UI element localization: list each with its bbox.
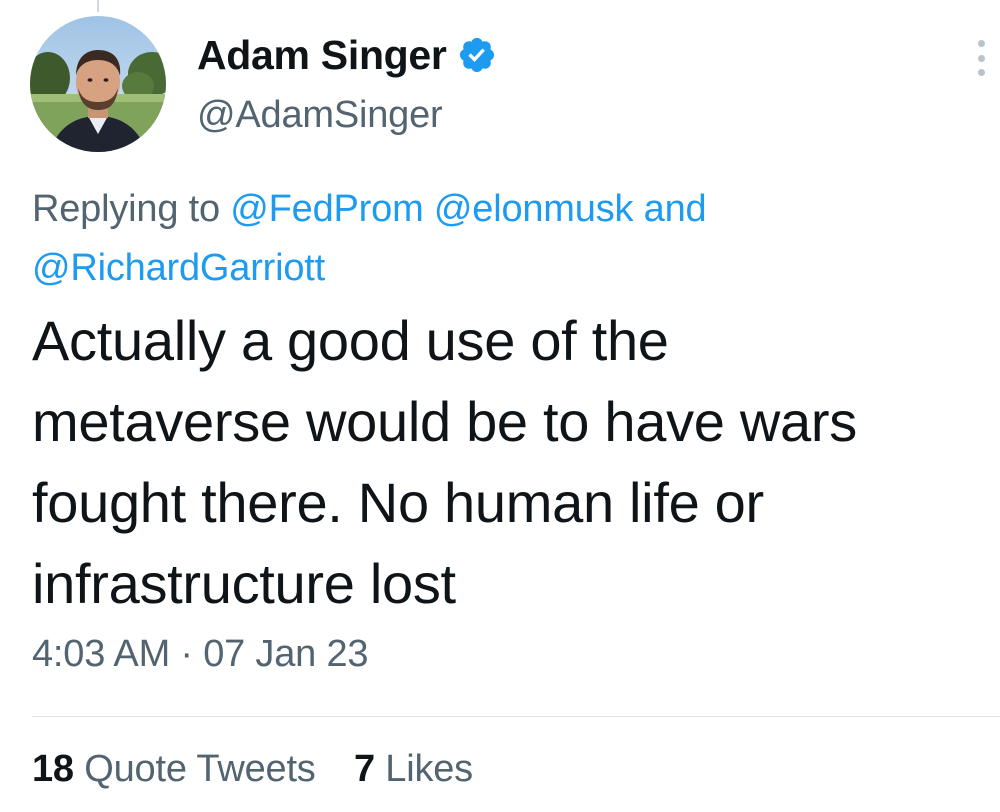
mention-link[interactable]: @FedProm [230, 188, 423, 230]
more-options-icon[interactable] [974, 40, 988, 76]
avatar[interactable] [30, 16, 166, 152]
more-dot [977, 40, 985, 47]
more-dot [977, 54, 985, 62]
tweet-text-line: metaverse would be to have wars [32, 390, 857, 453]
tweet-text-line: fought there. No human life or [32, 471, 764, 534]
mention-and-others-link[interactable]: and [644, 188, 707, 230]
author-name-row: Adam Singer [197, 30, 497, 80]
likes-stat[interactable]: 7 Likes [354, 748, 473, 790]
thread-connector-line [97, 0, 99, 12]
likes-count: 7 [353, 748, 375, 790]
tweet-text-line: infrastructure lost [32, 552, 456, 615]
likes-label: Likes [385, 748, 473, 790]
quote-tweets-label: Quote Tweets [84, 748, 316, 790]
divider [32, 716, 1000, 717]
tweet-text: Actually a good use of the metaverse wou… [32, 300, 987, 624]
mention-link[interactable]: @elonmusk [434, 188, 634, 230]
verified-badge-icon [459, 37, 494, 73]
author-display-name[interactable]: Adam Singer [197, 32, 447, 79]
replying-to-label: Replying to [32, 188, 220, 230]
replying-to: Replying to @FedProm @elonmusk and @Rich… [32, 180, 962, 298]
tweet-text-line: Actually a good use of the [32, 309, 669, 372]
quote-tweets-count: 18 [32, 748, 74, 790]
tweet-stats: 18 Quote Tweets 7 Likes [32, 748, 501, 791]
mention-link[interactable]: @RichardGarriott [32, 247, 325, 289]
quote-tweets-stat[interactable]: 18 Quote Tweets [32, 748, 326, 790]
tweet-timestamp[interactable]: 4:03 AM · 07 Jan 23 [32, 633, 369, 676]
avatar-photo [30, 16, 166, 152]
author-handle[interactable]: @AdamSinger [197, 94, 443, 137]
more-dot [977, 69, 985, 76]
